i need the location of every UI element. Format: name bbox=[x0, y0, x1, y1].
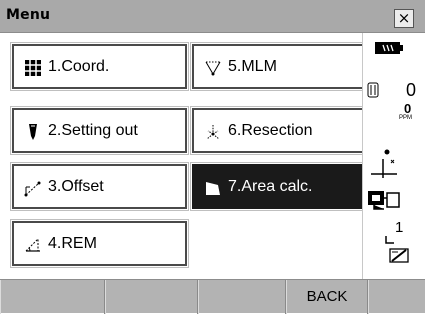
communication-icon bbox=[367, 189, 401, 215]
mlm-icon bbox=[204, 59, 222, 77]
menu-item-label: 6.Resection bbox=[228, 122, 313, 139]
softkey-f5[interactable] bbox=[368, 280, 425, 314]
input-mode-icon bbox=[389, 246, 409, 268]
coord-grid-icon bbox=[24, 59, 42, 77]
menu-item-setting-out[interactable]: 2.Setting out bbox=[10, 106, 189, 155]
menu-item-resection[interactable]: 6.Resection bbox=[190, 106, 369, 155]
offset-icon bbox=[24, 179, 42, 197]
softkey-bar: BACK bbox=[0, 279, 425, 314]
rem-triangle-icon bbox=[24, 236, 42, 254]
menu-item-label: 3.Offset bbox=[48, 178, 104, 195]
area-calc-icon bbox=[204, 179, 222, 197]
window-title: Menu bbox=[6, 7, 51, 23]
page-number: 1 bbox=[395, 219, 404, 236]
menu-item-mlm[interactable]: 5.MLM bbox=[190, 42, 369, 91]
setting-out-stake-icon bbox=[24, 123, 42, 141]
prism-constant-value: 0 bbox=[406, 80, 417, 100]
ppm-unit: PPM bbox=[399, 115, 413, 121]
title-bar: Menu × bbox=[0, 0, 425, 33]
menu-item-area-calc[interactable]: 7.Area calc. bbox=[190, 162, 369, 211]
menu-item-offset[interactable]: 3.Offset bbox=[10, 162, 189, 211]
menu-item-label: 7.Area calc. bbox=[228, 178, 313, 195]
menu-item-label: 1.Coord. bbox=[48, 58, 110, 75]
menu-screen: Menu × 1.Coord. 2.Setting out 3.Offset 4… bbox=[0, 0, 425, 314]
softkey-f1[interactable] bbox=[0, 280, 105, 314]
resection-icon bbox=[204, 123, 222, 141]
status-column: 0 0 PPM 1 bbox=[362, 33, 425, 279]
menu-item-coord[interactable]: 1.Coord. bbox=[10, 42, 189, 91]
softkey-f2[interactable] bbox=[105, 280, 198, 314]
close-button[interactable]: × bbox=[394, 9, 414, 28]
menu-item-label: 2.Setting out bbox=[48, 122, 138, 139]
menu-item-rem[interactable]: 4.REM bbox=[10, 219, 189, 268]
instrument-icon bbox=[369, 157, 399, 183]
battery-icon bbox=[375, 40, 403, 59]
menu-item-label: 4.REM bbox=[48, 235, 97, 252]
prism-icon bbox=[367, 82, 379, 102]
softkey-f3[interactable] bbox=[198, 280, 286, 314]
ppm-value: 0 bbox=[404, 101, 412, 116]
menu-item-label: 5.MLM bbox=[228, 58, 277, 75]
softkey-back[interactable]: BACK bbox=[286, 280, 368, 314]
